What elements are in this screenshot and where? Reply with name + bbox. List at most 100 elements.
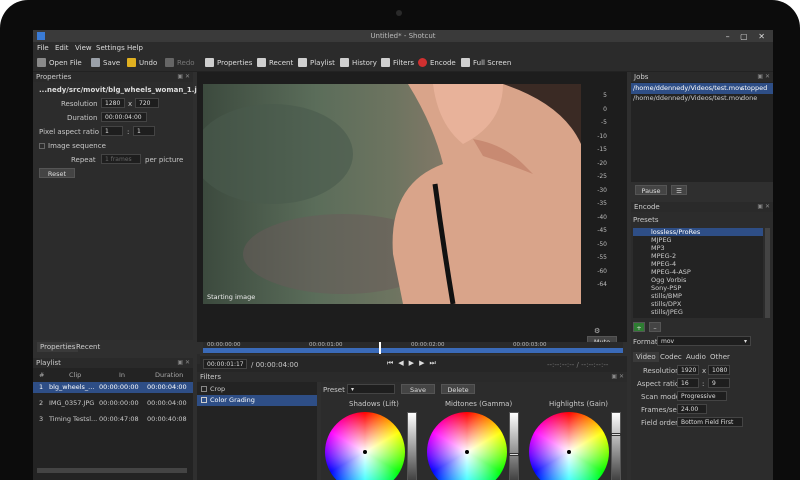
enc-height-input[interactable]: 1080 bbox=[708, 365, 730, 375]
float-close-icon[interactable]: ▣ ✕ bbox=[177, 72, 190, 82]
shadows-slider[interactable] bbox=[407, 412, 417, 480]
properties-button[interactable]: Properties bbox=[205, 57, 252, 69]
aspect-den-input[interactable]: 9 bbox=[708, 378, 730, 388]
folder-icon bbox=[37, 58, 46, 67]
preset-item[interactable]: MPEG-2 bbox=[633, 252, 763, 260]
preset-item[interactable]: Sony-PSP bbox=[633, 284, 763, 292]
preset-item[interactable]: stills/JPEG bbox=[633, 308, 763, 316]
menu-file[interactable]: File bbox=[37, 44, 49, 52]
in-out-timecode: --:--:--:-- / --:--:--:-- bbox=[547, 361, 609, 369]
preset-item[interactable]: MJPEG bbox=[633, 236, 763, 244]
tab-codec[interactable]: Codec bbox=[657, 352, 685, 362]
menu-edit[interactable]: Edit bbox=[55, 44, 69, 52]
resolution-height-input[interactable]: 720 bbox=[135, 98, 159, 108]
format-select[interactable]: mov ▾ bbox=[657, 336, 751, 346]
float-close-icon[interactable]: ▣ ✕ bbox=[177, 358, 190, 368]
filters-list: Crop Color Grading bbox=[197, 382, 317, 480]
float-close-icon[interactable]: ▣ ✕ bbox=[757, 72, 770, 82]
playlist-scrollbar[interactable] bbox=[37, 468, 187, 473]
aspect-num-input[interactable]: 16 bbox=[677, 378, 699, 388]
wheel-handle[interactable] bbox=[465, 450, 469, 454]
table-row[interactable]: 2 IMG_0357.JPG 00:00:00:00 00:00:04:00 bbox=[33, 398, 193, 409]
fps-input[interactable]: 24.00 bbox=[677, 404, 707, 414]
tab-audio[interactable]: Audio bbox=[683, 352, 709, 362]
preview-photo bbox=[203, 84, 581, 304]
encode-button[interactable]: Encode bbox=[418, 57, 456, 69]
history-button[interactable]: History bbox=[340, 57, 377, 69]
encode-panel: Presets lossless/ProRes MJPEG MP3 MPEG-2 MPE… bbox=[631, 212, 773, 480]
tab-recent[interactable]: Recent bbox=[73, 342, 103, 352]
video-preview[interactable]: Starting image bbox=[203, 84, 581, 304]
menu-help[interactable]: Help bbox=[127, 44, 143, 52]
filters-button[interactable]: Filters bbox=[381, 57, 414, 69]
redo-button[interactable]: Redo bbox=[165, 57, 195, 69]
filters-panel-header: Filters ▣ ✕ bbox=[197, 372, 627, 382]
par-label: Pixel aspect ratio bbox=[39, 128, 100, 136]
format-label: Format bbox=[633, 338, 658, 346]
preset-item[interactable]: lossless/ProRes bbox=[633, 228, 763, 236]
list-item[interactable]: /home/ddennedy/Videos/test.mov done bbox=[631, 93, 773, 104]
highlights-color-wheel[interactable] bbox=[529, 412, 609, 480]
menu-view[interactable]: View bbox=[75, 44, 92, 52]
list-item[interactable]: Color Grading bbox=[197, 395, 317, 406]
meter-tick: -25 bbox=[597, 173, 607, 180]
meter-settings-icon[interactable]: ⚙ bbox=[594, 327, 600, 335]
playhead[interactable] bbox=[379, 342, 381, 354]
menu-settings[interactable]: Settings bbox=[96, 44, 125, 52]
recent-button[interactable]: Recent bbox=[257, 57, 293, 69]
transport-controls[interactable]: ⏮◀▶▶⏭ bbox=[387, 359, 441, 368]
highlights-slider[interactable] bbox=[611, 412, 621, 480]
window-title: Untitled* - Shotcut bbox=[370, 32, 436, 40]
shadows-color-wheel[interactable] bbox=[325, 412, 405, 480]
midtones-color-wheel[interactable] bbox=[427, 412, 507, 480]
preset-delete-button[interactable]: Delete bbox=[441, 384, 475, 394]
menu-bar: File Edit View Settings Help bbox=[33, 42, 773, 54]
playlist-button[interactable]: Playlist bbox=[298, 57, 335, 69]
float-close-icon[interactable]: ▣ ✕ bbox=[611, 372, 624, 382]
par-num-input[interactable]: 1 bbox=[101, 126, 123, 136]
float-close-icon[interactable]: ▣ ✕ bbox=[757, 202, 770, 212]
preset-item[interactable]: MPEG-4-ASP bbox=[633, 268, 763, 276]
resolution-width-input[interactable]: 1280 bbox=[101, 98, 125, 108]
audio-meter: 5 0 -5 -10 -15 -20 -25 -30 -35 -40 -45 -50 -55 -60 -64 bbox=[583, 84, 607, 304]
image-sequence-checkbox[interactable]: Image sequence bbox=[39, 142, 106, 150]
timeline-ruler[interactable]: 00:00:00:00 00:00:01:00 00:00:02:00 00:0… bbox=[203, 342, 623, 354]
reset-button[interactable]: Reset bbox=[39, 168, 75, 178]
par-colon: : bbox=[127, 128, 130, 136]
presets-scrollbar[interactable] bbox=[765, 228, 770, 318]
preset-select[interactable]: ▾ bbox=[347, 384, 395, 394]
remove-preset-button[interactable]: – bbox=[649, 322, 661, 332]
jobs-menu-button[interactable]: ☰ bbox=[671, 185, 687, 195]
list-item[interactable]: Crop bbox=[197, 384, 317, 395]
field-order-label: Field order bbox=[641, 419, 679, 427]
pause-button[interactable]: Pause bbox=[635, 185, 667, 195]
repeat-input[interactable]: 1 frames bbox=[101, 154, 141, 164]
scan-mode-select[interactable]: Progressive bbox=[677, 391, 727, 401]
highlights-label: Highlights (Gain) bbox=[549, 400, 609, 408]
preset-item[interactable]: stills/BMP bbox=[633, 292, 763, 300]
table-row[interactable]: 1 blg_wheels_... 00:00:00:00 00:00:04:00 bbox=[33, 382, 193, 393]
midtones-slider[interactable] bbox=[509, 412, 519, 480]
field-order-select[interactable]: Bottom Field First bbox=[677, 417, 743, 427]
shotcut-window: Untitled* - Shotcut – ▢ ✕ File Edit View… bbox=[33, 30, 773, 480]
preset-save-button[interactable]: Save bbox=[401, 384, 435, 394]
add-preset-button[interactable]: + bbox=[633, 322, 645, 332]
open-file-button[interactable]: Open File bbox=[37, 57, 82, 69]
preset-item[interactable]: stills/DPX bbox=[633, 300, 763, 308]
par-den-input[interactable]: 1 bbox=[133, 126, 155, 136]
aspect-colon: : bbox=[702, 380, 705, 388]
preset-item[interactable]: MP3 bbox=[633, 244, 763, 252]
duration-input[interactable]: 00:00:04:00 bbox=[101, 112, 147, 122]
table-row[interactable]: 3 Timing Testsl... 00:00:47:08 00:00:40:… bbox=[33, 414, 193, 425]
preset-item[interactable]: Ogg Vorbis bbox=[633, 276, 763, 284]
full-screen-button[interactable]: Full Screen bbox=[461, 57, 511, 69]
preset-item[interactable]: MPEG-4 bbox=[633, 260, 763, 268]
wheel-handle[interactable] bbox=[363, 450, 367, 454]
wheel-handle[interactable] bbox=[567, 450, 571, 454]
tab-video[interactable]: Video bbox=[633, 352, 659, 362]
tab-other[interactable]: Other bbox=[707, 352, 733, 362]
position-timecode[interactable]: 00:00:01:17 bbox=[203, 359, 247, 369]
enc-width-input[interactable]: 1920 bbox=[677, 365, 699, 375]
undo-button[interactable]: Undo bbox=[127, 57, 157, 69]
save-button[interactable]: Save bbox=[91, 57, 120, 69]
